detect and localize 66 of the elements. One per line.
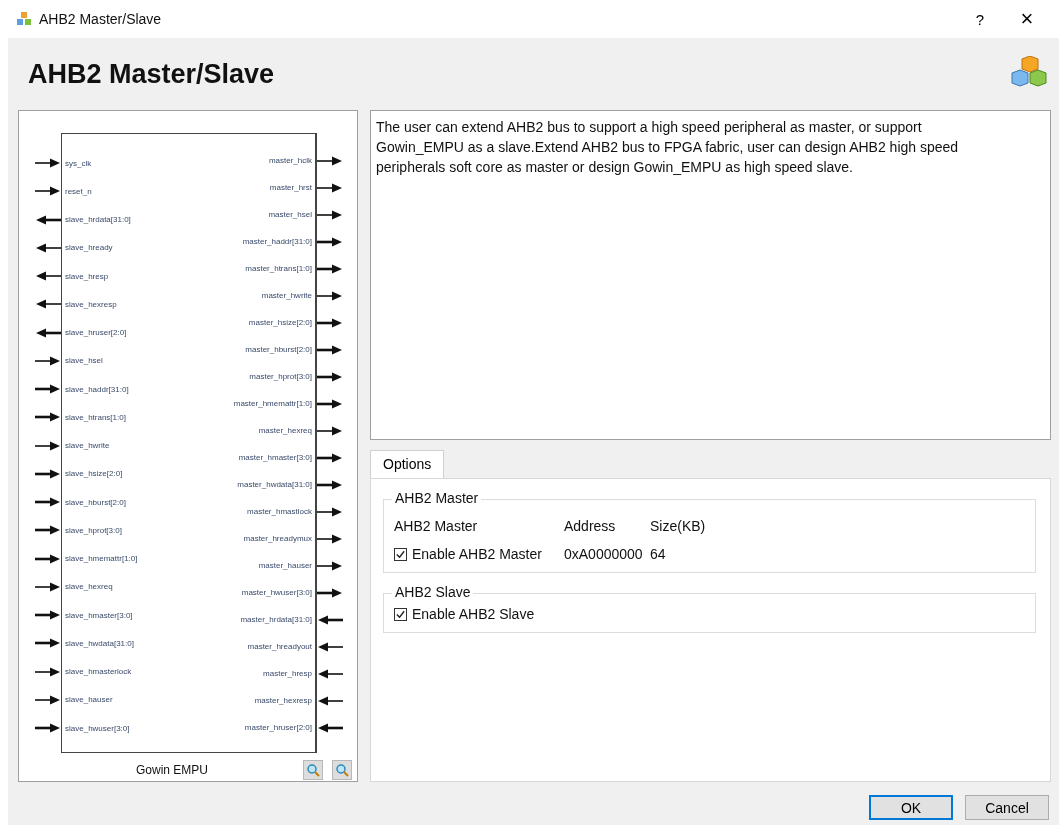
pin-label: slave_hwuser[3:0] bbox=[65, 723, 130, 733]
options-tab[interactable]: Options bbox=[370, 450, 445, 478]
pin-label: sys_clk bbox=[65, 158, 92, 168]
pin-label: master_haddr[31:0] bbox=[242, 237, 312, 246]
dialog-heading: AHB2 Master/Slave bbox=[28, 58, 275, 90]
pin-label: master_hexreq bbox=[258, 426, 312, 435]
pin-label: master_hreadymux bbox=[243, 534, 312, 543]
pin-label: master_hsize[2:0] bbox=[248, 318, 312, 327]
zoom-out-button[interactable] bbox=[332, 760, 352, 780]
pin-label: master_hrst bbox=[269, 183, 312, 192]
column-header: Address bbox=[564, 518, 617, 534]
pin-label: slave_hready bbox=[65, 243, 113, 253]
ok-button[interactable]: OK bbox=[869, 795, 953, 820]
pin-label: slave_hrdata[31:0] bbox=[65, 215, 131, 225]
pin-label: slave_hmaster[3:0] bbox=[65, 610, 133, 620]
pin-label: slave_htrans[1:0] bbox=[65, 412, 126, 422]
pin-label: master_hmastlock bbox=[247, 507, 312, 516]
cancel-button[interactable]: Cancel bbox=[965, 795, 1049, 820]
pin-label: master_hauser bbox=[258, 561, 312, 570]
zoom-in-button[interactable] bbox=[303, 760, 323, 780]
enable-slave-checkbox[interactable]: Enable AHB2 Slave bbox=[394, 606, 1025, 622]
pin-label: master_hburst[2:0] bbox=[245, 345, 312, 354]
group-title: AHB2 Master bbox=[392, 490, 482, 506]
pin-label: master_hruser[2:0] bbox=[244, 723, 312, 732]
pin-label: master_hclk bbox=[268, 156, 312, 165]
pin-label: master_hwrite bbox=[261, 291, 312, 300]
block-name: Gowin EMPU bbox=[135, 763, 208, 777]
pin-label: slave_hsel bbox=[65, 356, 103, 366]
column-header: Size(KB) bbox=[650, 518, 707, 534]
pin-label: slave_hruser[2:0] bbox=[65, 328, 127, 338]
description-box: The user can extend AHB2 bus to support a high speed peripheral as master, or support Gowin_EMPU as a slave.Extend AHB2 bus to FPGA fabric, user can design AHB2 high speed peripherals soft core as master or design Gowin_EMPU as high speed slave. bbox=[370, 110, 1051, 440]
pin-label: master_hwuser[3:0] bbox=[241, 588, 312, 597]
pin-label: slave_hmemattr[1:0] bbox=[65, 554, 138, 564]
pin-label: master_hrdata[31:0] bbox=[240, 615, 312, 624]
cubes-icon bbox=[16, 11, 32, 27]
group-title: AHB2 Slave bbox=[392, 584, 474, 600]
pin-label: slave_hauser bbox=[65, 695, 113, 705]
pin-label: slave_hexresp bbox=[65, 299, 117, 309]
pin-label: master_hresp bbox=[263, 669, 312, 678]
pin-label: master_hmaster[3:0] bbox=[238, 453, 312, 462]
close-button[interactable]: × bbox=[1007, 6, 1047, 32]
column-header: AHB2 Master bbox=[394, 518, 479, 534]
pin-label: master_hreadyout bbox=[247, 642, 312, 651]
pin-label: slave_hexreq bbox=[65, 582, 113, 592]
pin-label: master_hmemattr[1:0] bbox=[233, 399, 312, 408]
enable-master-checkbox[interactable]: Enable AHB2 Master bbox=[394, 546, 564, 562]
pin-label: slave_hmasterlock bbox=[65, 667, 132, 677]
pin-label: reset_n bbox=[65, 186, 92, 196]
pin-label: master_hsel bbox=[268, 210, 312, 219]
pin-label: slave_hresp bbox=[65, 271, 109, 281]
pin-label: slave_hprot[3:0] bbox=[65, 525, 122, 535]
pin-label: master_htrans[1:0] bbox=[245, 264, 312, 273]
pin-label: slave_hwrite bbox=[65, 441, 110, 451]
pin-label: master_hprot[3:0] bbox=[249, 372, 312, 381]
pin-label: master_hexresp bbox=[254, 696, 312, 705]
help-button[interactable]: ? bbox=[960, 10, 1000, 28]
pin-label: slave_hburst[2:0] bbox=[65, 497, 126, 507]
address-value: 0xA0000000 bbox=[564, 546, 644, 562]
pin-label: slave_hsize[2:0] bbox=[65, 469, 123, 479]
checkbox-icon[interactable] bbox=[394, 547, 407, 561]
pin-label: master_hwdata[31:0] bbox=[237, 480, 312, 489]
size-value: 64 bbox=[650, 546, 667, 562]
pin-label: slave_hwdata[31:0] bbox=[65, 638, 134, 648]
pin-label: slave_haddr[31:0] bbox=[65, 384, 129, 394]
checkbox-icon[interactable] bbox=[394, 607, 407, 621]
window-title: AHB2 Master/Slave bbox=[39, 11, 162, 27]
